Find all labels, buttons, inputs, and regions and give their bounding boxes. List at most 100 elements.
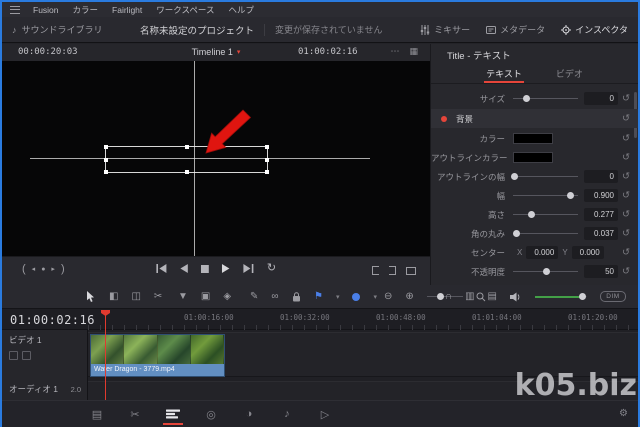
play-button[interactable]	[221, 264, 230, 273]
slider-knob[interactable]	[567, 192, 575, 199]
slider-knob[interactable]	[528, 211, 536, 218]
sound-library-button[interactable]: ♪ サウンドライブラリ	[12, 17, 103, 42]
curve-tool-icon[interactable]: ✎	[250, 291, 258, 302]
stop-button[interactable]	[200, 264, 209, 273]
video-track-header[interactable]: ビデオ 1	[9, 334, 42, 360]
size-value[interactable]: 0	[584, 92, 618, 105]
jog-shuttle[interactable]: ( ◂ ● ▸ )	[22, 263, 65, 275]
page-deliver[interactable]: ▷	[314, 405, 336, 423]
reset-icon[interactable]: ↺	[618, 190, 634, 201]
menu-workspace[interactable]: ワークスペース	[149, 4, 221, 16]
lock-icon[interactable]	[292, 291, 301, 302]
menu-color[interactable]: カラー	[66, 4, 106, 16]
first-frame-button[interactable]	[156, 264, 167, 273]
insert-clip-icon[interactable]: ▼	[178, 291, 188, 302]
enable-toggle-dot[interactable]	[441, 115, 447, 122]
reset-icon[interactable]: ↺	[618, 152, 634, 163]
width-value[interactable]: 0.900	[584, 189, 618, 202]
dynamic-trim-icon[interactable]: ◫	[131, 291, 140, 302]
link-clips-icon[interactable]: ∞	[271, 291, 278, 302]
page-fusion[interactable]: ◎	[200, 405, 222, 423]
volume-slider[interactable]	[535, 293, 587, 301]
mark-in-icon[interactable]	[372, 266, 379, 275]
outline-color-swatch[interactable]	[513, 152, 553, 163]
playhead[interactable]	[101, 310, 110, 400]
gear-icon[interactable]: ⚙	[619, 408, 628, 419]
page-color[interactable]: ◑	[238, 405, 260, 423]
timeline-view-option-b-icon[interactable]: ▤	[488, 291, 497, 302]
replace-clip-icon[interactable]: ◈	[223, 291, 231, 302]
reset-icon[interactable]: ↺	[618, 113, 634, 124]
grid-view-icon[interactable]: ▦	[409, 46, 418, 57]
razor-tool-icon[interactable]: ✂	[154, 291, 162, 302]
dim-button[interactable]: DIM	[600, 291, 626, 302]
slider-knob[interactable]	[523, 95, 530, 102]
metadata-button[interactable]: メタデータ	[486, 23, 545, 36]
menu-fairlight[interactable]: Fairlight	[105, 5, 149, 15]
corner-radius-value[interactable]: 0.037	[584, 227, 618, 240]
track-auto-select-icon[interactable]	[22, 351, 31, 360]
section-background[interactable]: 背景 ↺	[431, 109, 638, 128]
corner-radius-slider[interactable]	[513, 230, 578, 238]
tab-text[interactable]: テキスト	[484, 63, 524, 83]
page-fairlight[interactable]: ♪	[276, 405, 298, 423]
marker-dropdown-icon[interactable]: ▾	[373, 293, 377, 301]
center-x-value[interactable]: 0.000	[526, 246, 559, 259]
last-frame-button[interactable]	[243, 264, 254, 273]
mixer-button[interactable]: ミキサー	[420, 23, 470, 36]
match-frame-icon[interactable]	[406, 266, 416, 275]
overwrite-clip-icon[interactable]: ▣	[201, 291, 210, 302]
timeline-clip[interactable]: Water Dragon - 3779.mp4	[90, 334, 225, 377]
slider-knob[interactable]	[542, 268, 550, 275]
reset-icon[interactable]: ↺	[618, 228, 634, 239]
zoom-out-icon[interactable]: ⊖	[384, 291, 392, 302]
selection-tool-icon[interactable]	[86, 290, 96, 303]
outline-width-value[interactable]: 0	[584, 170, 618, 183]
page-edit[interactable]	[162, 405, 184, 425]
timeline-view-option-a-icon[interactable]: ▥	[465, 291, 474, 302]
audio-track-header[interactable]: オーディオ 1 2.0	[9, 383, 81, 395]
trim-tool-icon[interactable]: ◧	[109, 291, 118, 302]
speaker-icon[interactable]	[510, 292, 522, 302]
center-y-value[interactable]: 0.000	[571, 246, 604, 259]
page-media[interactable]: ▤	[86, 405, 108, 423]
play-reverse-button[interactable]	[180, 264, 188, 273]
reset-icon[interactable]: ↺	[618, 209, 634, 220]
more-options-icon[interactable]: ⋯	[390, 46, 399, 57]
slider-knob[interactable]	[513, 230, 521, 237]
opacity-slider[interactable]	[513, 268, 578, 276]
outline-width-slider[interactable]	[511, 173, 578, 181]
marker-icon[interactable]	[352, 292, 361, 301]
menu-help[interactable]: ヘルプ	[222, 4, 262, 16]
loop-button[interactable]: ↻	[267, 263, 276, 274]
timeline-ruler[interactable]: 01:00:16:00 01:00:32:00 01:00:48:00 01:0…	[88, 309, 638, 330]
zoom-knob[interactable]	[437, 293, 445, 300]
size-slider[interactable]	[513, 95, 578, 103]
app-menu-icon[interactable]	[10, 5, 20, 14]
flag-dropdown-icon[interactable]: ▾	[336, 293, 340, 301]
slider-knob[interactable]	[511, 173, 519, 180]
track-lock-icon[interactable]	[9, 351, 18, 360]
height-slider[interactable]	[513, 211, 578, 219]
page-cut[interactable]: ✂	[124, 405, 146, 423]
width-slider[interactable]	[513, 192, 578, 200]
menu-fusion[interactable]: Fusion	[26, 5, 66, 15]
zoom-in-icon[interactable]: ⊕	[405, 291, 413, 302]
height-value[interactable]: 0.277	[584, 208, 618, 221]
snap-icon[interactable]: ∩	[445, 291, 452, 302]
tab-video[interactable]: ビデオ	[554, 63, 585, 83]
mark-out-icon[interactable]	[389, 266, 396, 275]
reset-icon[interactable]: ↺	[618, 93, 634, 104]
opacity-value[interactable]: 50	[584, 265, 618, 278]
clip-thumbnails	[91, 335, 224, 364]
inspector-button[interactable]: インスペクタ	[561, 23, 628, 36]
reset-icon[interactable]: ↺	[618, 171, 634, 182]
color-swatch[interactable]	[513, 133, 553, 144]
flag-icon[interactable]: ⚑	[314, 291, 323, 302]
reset-icon[interactable]: ↺	[618, 133, 634, 144]
volume-knob[interactable]	[578, 293, 586, 300]
reset-icon[interactable]: ↺	[618, 247, 634, 258]
timeline-selector[interactable]: Timeline 1 ▾	[192, 47, 241, 57]
reset-icon[interactable]: ↺	[618, 266, 634, 277]
viewer-canvas[interactable]	[2, 61, 430, 256]
